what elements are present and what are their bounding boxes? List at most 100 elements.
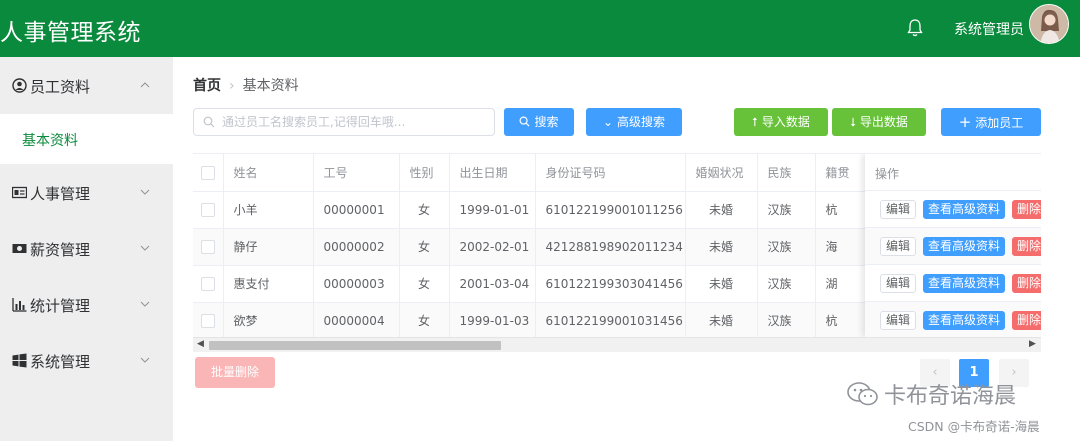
table-header-row: 姓名 工号 性别 出生日期 身份证号码 婚姻状况 民族 籍贯 [193,154,896,192]
sidebar-item-system[interactable]: 系统管理 [0,332,173,388]
edit-button[interactable]: 编辑 [880,237,916,256]
chevron-down-icon [140,357,150,363]
sidebar-item-salary[interactable]: 薪资管理 [0,220,173,276]
cell-gender: 女 [399,228,450,266]
select-all-checkbox-cell[interactable] [193,154,224,192]
delete-button[interactable]: 删除 [1012,274,1041,293]
breadcrumb-separator-icon: › [229,78,235,94]
cell-nation: 汉族 [757,191,816,229]
cell-birthday: 1999-01-03 [449,302,536,340]
table-row[interactable]: 静仔 00000002 女 2002-02-01 421288198902011… [193,228,896,266]
view-advanced-button[interactable]: 查看高级资料 [923,200,1005,219]
cell-work-id: 00000002 [313,228,400,266]
cell-name: 静仔 [223,228,314,266]
cell-birthday: 2001-03-04 [449,265,536,303]
advanced-search-button[interactable]: ⌄ 高级搜索 [586,108,682,136]
edit-button[interactable]: 编辑 [880,311,916,330]
table-row[interactable]: 小羊 00000001 女 1999-01-01 610122199001011… [193,191,896,229]
breadcrumb-current: 基本资料 [242,78,299,94]
breadcrumb-home[interactable]: 首页 [193,78,221,94]
sidebar-item-label: 人事管理 [30,185,91,203]
row-checkbox-cell[interactable] [193,191,224,229]
delete-button[interactable]: 删除 [1012,200,1041,219]
column-header-work-id: 工号 [313,154,400,192]
user-name[interactable]: 系统管理员 [954,19,1024,39]
add-employee-button[interactable]: + 添加员工 [941,108,1041,136]
cell-id-card: 610122199001011256 [535,191,686,229]
row-checkbox[interactable] [200,313,215,328]
select-all-checkbox[interactable] [200,165,215,180]
row-checkbox[interactable] [200,239,215,254]
sidebar-item-label: 统计管理 [30,297,91,315]
edit-button[interactable]: 编辑 [880,274,916,293]
export-data-button[interactable]: ⭣ 导出数据 [832,108,926,136]
scroll-left-arrow-icon[interactable]: ◀ [197,339,204,349]
view-advanced-button[interactable]: 查看高级资料 [923,237,1005,256]
scrollbar-thumb[interactable] [209,341,501,350]
id-card-icon [12,186,27,199]
table-row[interactable]: 惠支付 00000003 女 2001-03-04 61012219930304… [193,265,896,303]
column-header-name: 姓名 [223,154,314,192]
search-icon [519,116,530,127]
import-data-label: 导入数据 [761,115,810,129]
sidebar-subitem-basic-info[interactable]: 基本资料 [0,114,173,164]
employee-table: 姓名 工号 性别 出生日期 身份证号码 婚姻状况 民族 籍贯 小羊 000000… [193,153,1041,353]
cell-work-id: 00000001 [313,191,400,229]
table-row[interactable]: 欲梦 00000004 女 1999-01-03 610122199001031… [193,302,896,340]
person-circle-icon [12,78,27,93]
column-header-birthday: 出生日期 [449,154,536,192]
sidebar-subitem-label: 基本资料 [22,133,78,149]
search-button[interactable]: 搜索 [504,108,574,136]
cell-marital: 未婚 [685,191,758,229]
cell-name: 欲梦 [223,302,314,340]
cell-marital: 未婚 [685,228,758,266]
row-checkbox-cell[interactable] [193,265,224,303]
sidebar-item-statistics[interactable]: 统计管理 [0,276,173,332]
operations-column: 操作 编辑 查看高级资料 删除 编辑 查看高级资料 删除 编辑 查看高级资料 删… [865,154,1041,339]
upload-arrow-icon: ⭡ [752,115,758,129]
search-input[interactable] [222,112,490,132]
double-chevron-down-icon: ⌄ [602,115,614,129]
horizontal-scrollbar[interactable]: ◀ ▶ [193,337,1041,352]
column-header-nation: 民族 [757,154,816,192]
plus-icon: + [958,113,972,131]
chevron-down-icon [140,189,150,195]
sidebar-item-personnel[interactable]: 人事管理 [0,164,173,220]
avatar[interactable] [1029,4,1069,44]
chevron-down-icon [140,301,150,307]
column-header-ops: 操作 [875,167,900,181]
delete-button[interactable]: 删除 [1012,237,1041,256]
watermark-brand: 卡布奇诺海晨 [840,378,1016,410]
edit-button[interactable]: 编辑 [880,200,916,219]
delete-button[interactable]: 删除 [1012,311,1041,330]
row-checkbox-cell[interactable] [193,302,224,340]
sidebar-item-employee-info[interactable]: 员工资料 [0,57,173,113]
import-data-button[interactable]: ⭡ 导入数据 [734,108,828,136]
view-advanced-button[interactable]: 查看高级资料 [923,274,1005,293]
cell-id-card: 421288198902011234 [535,228,686,266]
advanced-search-label: 高级搜索 [617,115,666,129]
column-header-gender: 性别 [399,154,450,192]
scroll-right-arrow-icon[interactable]: ▶ [1029,339,1036,349]
row-checkbox-cell[interactable] [193,228,224,266]
sidebar-item-label: 系统管理 [30,353,91,371]
row-checkbox[interactable] [200,202,215,217]
row-checkbox[interactable] [200,276,215,291]
cell-name: 惠支付 [223,265,314,303]
cell-id-card: 610122199001031456 [535,302,686,340]
view-advanced-button[interactable]: 查看高级资料 [923,311,1005,330]
download-arrow-icon: ⭣ [850,115,856,129]
search-button-label: 搜索 [534,115,559,129]
search-icon [203,116,215,128]
batch-delete-button[interactable]: 批量删除 [195,357,275,388]
search-input-wrapper[interactable] [193,108,495,136]
cell-id-card: 610122199303041456 [535,265,686,303]
cell-marital: 未婚 [685,302,758,340]
ops-row: 编辑 查看高级资料 删除 [865,265,1041,302]
ops-row: 编辑 查看高级资料 删除 [865,228,1041,265]
windows-icon [12,353,27,368]
column-header-ops-cell: 操作 [865,154,1041,191]
cell-nation: 汉族 [757,302,816,340]
watermark-brand-text: 卡布奇诺海晨 [884,384,1017,409]
bell-icon[interactable] [906,18,924,38]
